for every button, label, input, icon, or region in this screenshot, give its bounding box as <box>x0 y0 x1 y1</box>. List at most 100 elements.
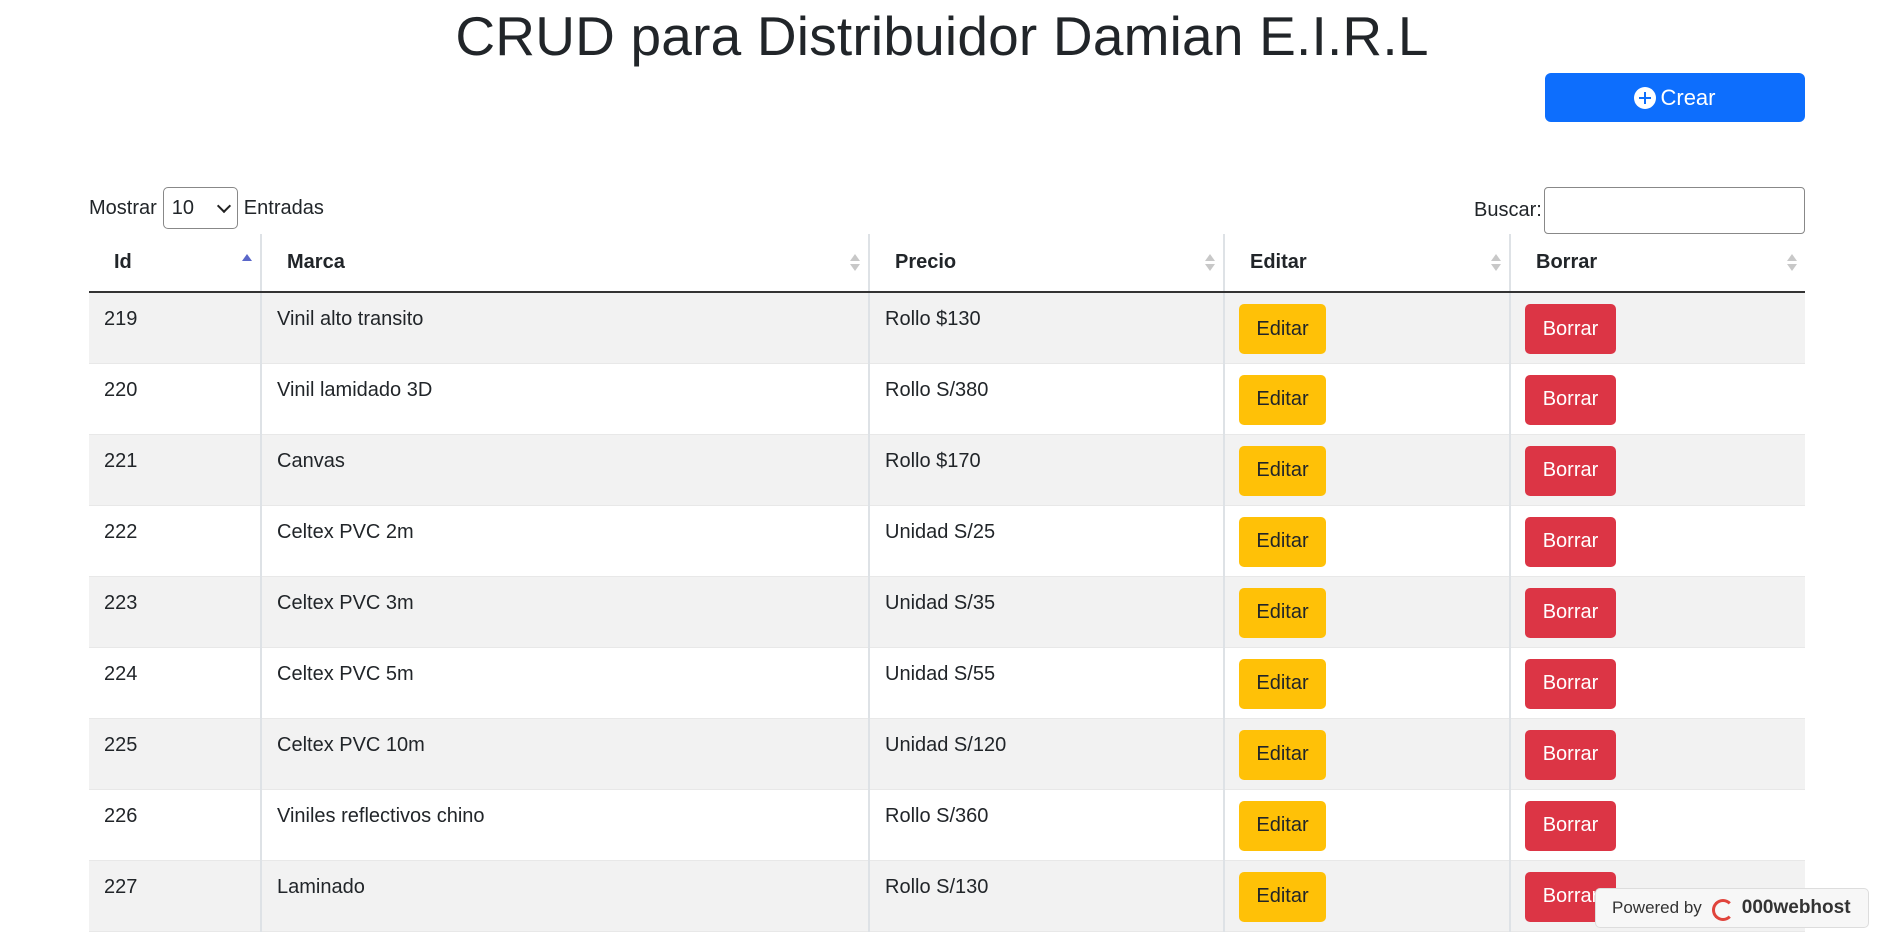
cell-id: 221 <box>89 434 261 506</box>
table-row: 226 Viniles reflectivos chino Rollo S/36… <box>89 789 1805 861</box>
edit-button[interactable]: Editar <box>1239 587 1326 638</box>
cell-edit: Editar <box>1223 647 1510 719</box>
delete-button[interactable]: Borrar <box>1525 729 1616 780</box>
table-header-row: Id Marca Precio Editar Borrar <box>89 234 1805 293</box>
entries-label: Entradas <box>243 196 324 219</box>
delete-button[interactable]: Borrar <box>1525 587 1616 638</box>
cell-delete: Borrar <box>1509 718 1805 790</box>
column-header-borrar[interactable]: Borrar <box>1509 234 1805 293</box>
cell-id: 219 <box>89 292 261 364</box>
cell-precio: Rollo S/360 <box>868 789 1224 861</box>
delete-button[interactable]: Borrar <box>1525 445 1616 496</box>
search-control: Buscar: <box>1474 187 1805 234</box>
sort-icon <box>1491 254 1501 274</box>
cell-delete: Borrar <box>1509 576 1805 648</box>
webhost-logo-icon <box>1710 897 1734 921</box>
table-row: 227 Laminado Rollo S/130 Editar Borrar <box>89 860 1805 932</box>
cell-precio: Rollo S/130 <box>868 860 1224 932</box>
column-header-precio[interactable]: Precio <box>868 234 1224 293</box>
column-header-label: Id <box>114 251 132 273</box>
powered-by-text: Powered by <box>1612 898 1702 917</box>
cell-id: 225 <box>89 718 261 790</box>
cell-edit: Editar <box>1223 363 1510 435</box>
sort-ascending-icon <box>242 254 252 274</box>
column-header-id[interactable]: Id <box>89 234 261 293</box>
edit-button[interactable]: Editar <box>1239 445 1326 496</box>
column-header-label: Editar <box>1250 251 1307 273</box>
cell-edit: Editar <box>1223 292 1510 364</box>
delete-button[interactable]: Borrar <box>1525 374 1616 425</box>
sort-icon <box>1205 254 1215 274</box>
plus-circle-icon <box>1634 86 1657 109</box>
cell-id: 226 <box>89 789 261 861</box>
cell-edit: Editar <box>1223 434 1510 506</box>
table-row: 221 Canvas Rollo $170 Editar Borrar <box>89 434 1805 506</box>
delete-button[interactable]: Borrar <box>1525 800 1616 851</box>
webhost-brand: 000webhost <box>1741 897 1851 918</box>
column-header-label: Borrar <box>1536 251 1598 273</box>
cell-precio: Unidad S/35 <box>868 576 1224 648</box>
edit-button[interactable]: Editar <box>1239 516 1326 567</box>
cell-delete: Borrar <box>1509 434 1805 506</box>
show-label: Mostrar <box>89 196 157 219</box>
edit-button[interactable]: Editar <box>1239 729 1326 780</box>
cell-marca: Vinil alto transito <box>260 292 869 364</box>
cell-id: 223 <box>89 576 261 648</box>
chevron-down-icon <box>216 198 231 214</box>
cell-precio: Rollo $130 <box>868 292 1224 364</box>
column-header-editar[interactable]: Editar <box>1223 234 1510 293</box>
column-header-label: Marca <box>287 251 345 273</box>
cell-marca: Canvas <box>260 434 869 506</box>
delete-button[interactable]: Borrar <box>1525 516 1616 567</box>
cell-edit: Editar <box>1223 576 1510 648</box>
create-button[interactable]: Crear <box>1545 73 1805 122</box>
cell-edit: Editar <box>1223 860 1510 932</box>
table-row: 220 Vinil lamidado 3D Rollo S/380 Editar… <box>89 363 1805 435</box>
cell-edit: Editar <box>1223 718 1510 790</box>
create-button-label: Crear <box>1660 84 1716 110</box>
page-title: CRUD para Distribuidor Damian E.I.R.L <box>455 5 1429 67</box>
products-table: Id Marca Precio Editar Borrar 219 Vinil … <box>89 234 1805 932</box>
sort-icon <box>850 254 860 274</box>
edit-button[interactable]: Editar <box>1239 304 1326 354</box>
entries-select-value: 10 <box>171 196 195 219</box>
cell-precio: Unidad S/25 <box>868 505 1224 577</box>
cell-marca: Celtex PVC 2m <box>260 505 869 577</box>
cell-marca: Celtex PVC 3m <box>260 576 869 648</box>
column-header-label: Precio <box>895 251 957 273</box>
table-row: 223 Celtex PVC 3m Unidad S/35 Editar Bor… <box>89 576 1805 648</box>
cell-id: 224 <box>89 647 261 719</box>
edit-button[interactable]: Editar <box>1239 800 1326 851</box>
cell-delete: Borrar <box>1509 292 1805 364</box>
cell-precio: Rollo $170 <box>868 434 1224 506</box>
edit-button[interactable]: Editar <box>1239 658 1326 709</box>
cell-marca: Celtex PVC 10m <box>260 718 869 790</box>
cell-edit: Editar <box>1223 505 1510 577</box>
powered-by-badge[interactable]: Powered by 000webhost <box>1595 888 1869 928</box>
table-row: 222 Celtex PVC 2m Unidad S/25 Editar Bor… <box>89 505 1805 577</box>
sort-icon <box>1787 254 1797 274</box>
table-row: 224 Celtex PVC 5m Unidad S/55 Editar Bor… <box>89 647 1805 719</box>
cell-id: 220 <box>89 363 261 435</box>
table-row: 225 Celtex PVC 10m Unidad S/120 Editar B… <box>89 718 1805 790</box>
entries-select[interactable]: 10 <box>162 187 238 229</box>
column-header-marca[interactable]: Marca <box>260 234 869 293</box>
cell-marca: Celtex PVC 5m <box>260 647 869 719</box>
delete-button[interactable]: Borrar <box>1525 658 1616 709</box>
table-row: 219 Vinil alto transito Rollo $130 Edita… <box>89 292 1805 364</box>
cell-delete: Borrar <box>1509 363 1805 435</box>
search-label: Buscar: <box>1474 199 1542 221</box>
edit-button[interactable]: Editar <box>1239 374 1326 425</box>
cell-delete: Borrar <box>1509 789 1805 861</box>
delete-button[interactable]: Borrar <box>1525 304 1616 354</box>
cell-marca: Viniles reflectivos chino <box>260 789 869 861</box>
cell-marca: Laminado <box>260 860 869 932</box>
cell-marca: Vinil lamidado 3D <box>260 363 869 435</box>
cell-id: 227 <box>89 860 261 932</box>
edit-button[interactable]: Editar <box>1239 871 1326 922</box>
search-input[interactable] <box>1543 187 1805 234</box>
cell-delete: Borrar <box>1509 647 1805 719</box>
cell-precio: Unidad S/55 <box>868 647 1224 719</box>
cell-id: 222 <box>89 505 261 577</box>
cell-precio: Unidad S/120 <box>868 718 1224 790</box>
